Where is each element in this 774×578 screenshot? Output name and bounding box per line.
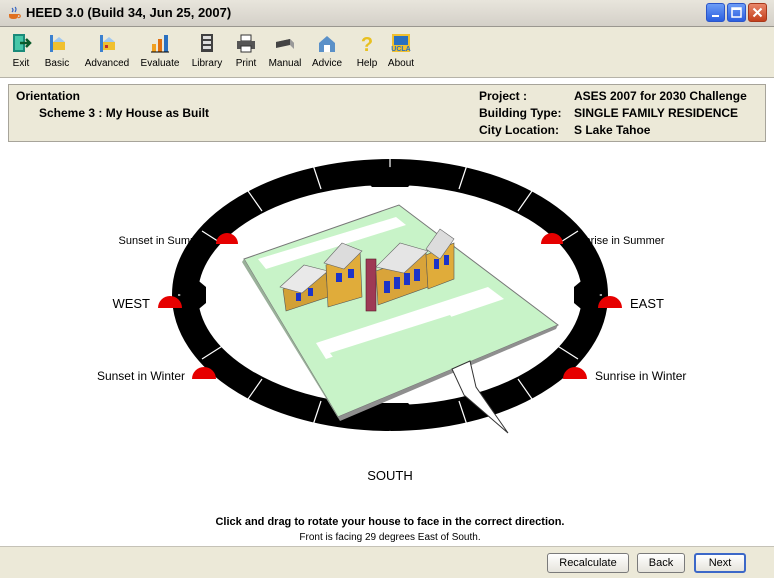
exit-icon [13,34,32,52]
compass-view[interactable]: NORTH SOUTH WEST EAST Sunset in Summer S… [8,147,766,545]
sunrise-winter-label: Sunrise in Winter [595,369,686,383]
toolbar-advanced[interactable]: Advanced [82,32,132,69]
project-value: ASES 2007 for 2030 Challenge [574,89,747,103]
about-icon: UCLA [391,34,411,53]
manual-icon [276,39,294,49]
toolbar-print[interactable]: Print [234,32,258,69]
recalculate-button[interactable]: Recalculate [547,553,629,573]
advanced-icon [100,35,115,52]
evaluate-icon [151,35,169,53]
orientation-canvas: NORTH SOUTH WEST EAST Sunset in Summer S… [8,147,766,545]
toolbar-about[interactable]: UCLA About [386,32,416,69]
back-button[interactable]: Back [637,553,685,573]
toolbar: Exit Basic Advanced Evaluate Library Pri… [0,27,774,78]
west-label: WEST [112,296,150,311]
facing-text: Front is facing 29 degrees East of South… [299,532,480,543]
minimize-button[interactable] [706,3,725,22]
close-button[interactable] [748,3,767,22]
title-bar: HEED 3.0 (Build 34, Jun 25, 2007) [0,0,774,27]
toolbar-manual[interactable]: Manual [266,32,304,69]
basic-icon [50,35,65,52]
toolbar-library[interactable]: Library [188,32,226,69]
sunset-winter-label: Sunset in Winter [97,369,185,383]
sunrise-summer-label: Sunrise in Summer [571,235,665,247]
java-cup-icon [9,6,21,19]
building-type-label: Building Type: [479,106,562,120]
advice-icon [319,36,335,52]
north-label: NORTH [371,167,410,179]
sunset-summer-label: Sunset in Summer [119,235,210,247]
east-label: EAST [630,296,664,311]
window-title: HEED 3.0 (Build 34, Jun 25, 2007) [26,5,232,20]
toolbar-help[interactable]: ? Help [354,32,380,69]
toolbar-advice[interactable]: Advice [310,32,344,69]
instruction-text: Click and drag to rotate your house to f… [215,516,564,528]
toolbar-basic[interactable]: Basic [40,32,74,69]
bottom-bar: Recalculate Back Next [0,546,774,578]
city-label: City Location: [479,123,559,137]
next-button[interactable]: Next [694,553,746,573]
svg-text:?: ? [361,34,373,54]
chimney [365,258,377,312]
scheme-name: Scheme 3 : My House as Built [39,106,210,120]
info-panel: Orientation Scheme 3 : My House as Built… [8,84,766,142]
help-icon: ? [361,34,373,54]
toolbar-exit[interactable]: Exit [10,32,32,69]
city-value: S Lake Tahoe [574,123,651,137]
south-label: SOUTH [367,468,413,483]
maximize-button[interactable] [727,3,746,22]
library-icon [201,34,213,52]
building-type-value: SINGLE FAMILY RESIDENCE [574,106,739,120]
svg-text:UCLA: UCLA [391,46,410,53]
project-label: Project : [479,89,528,103]
section-title: Orientation [16,89,81,103]
printer-icon [237,34,255,53]
toolbar-evaluate[interactable]: Evaluate [138,32,182,69]
